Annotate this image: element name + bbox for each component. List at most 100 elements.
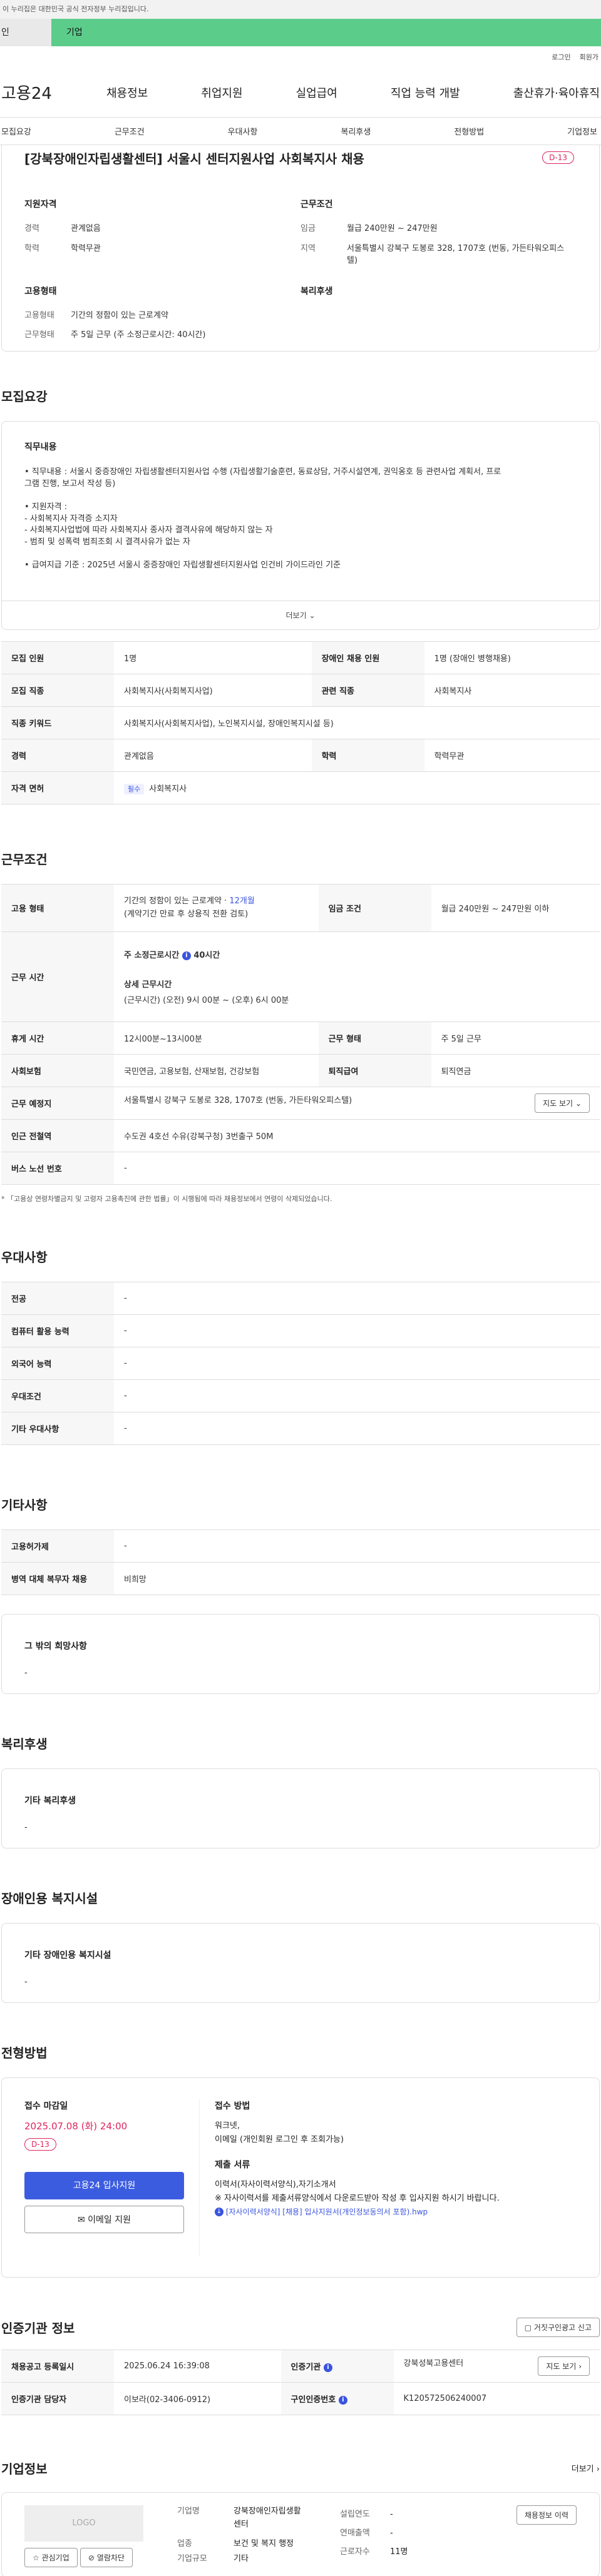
work-section-title: 근무조건 <box>1 852 48 867</box>
company-label: 기업명 <box>177 2507 200 2516</box>
hours-cell: 주 소정근로시간 i 40시간 상세 근무시간 (근무시간) (오전) 9시 0… <box>114 931 600 1022</box>
row-value: K120572506240007 <box>393 2382 600 2415</box>
subnav-welfare[interactable]: 복리후생 <box>341 125 371 137</box>
duty-text: • 직무내용 : 서울시 중증장애인 자립생활센터지원사업 수행 (자립생활기술… <box>24 467 577 572</box>
summary-card: [강북장애인자립생활센터] 서울시 센터지원사업 사회복지사 채용 D-13 지… <box>1 145 600 352</box>
map-button[interactable]: 지도 보기 ⌄ <box>535 1093 590 1113</box>
cert-cell: 강북성북고용센터 지도 보기 › <box>393 2350 600 2383</box>
more-button[interactable]: 더보기 ⌄ <box>2 601 599 629</box>
row-label: 전공 <box>1 1282 114 1315</box>
docs-title: 제출 서류 <box>215 2159 250 2170</box>
subnav-company[interactable]: 기업정보 <box>567 125 597 137</box>
table-row: 인근 전철역 수도권 4호선 수유(강북구청) 3번출구 50M <box>1 1119 600 1152</box>
docs-download-link[interactable]: ↓ [자사이력서양식] [채용] 입사지원서(개인정보동의서 포함).hwp <box>215 2206 577 2218</box>
row-value: 이보라(02-3406-0912) <box>114 2382 281 2415</box>
section-nav: 모집요강 근무조건 우대사항 복리후생 전형방법 기업정보 <box>0 118 601 145</box>
table-row: 경력 관계없음 학력 학력무관 <box>1 739 600 772</box>
row-value: 수도권 4호선 수유(강북구청) 3번출구 50M <box>114 1119 600 1152</box>
row-label: 인근 전철역 <box>1 1119 114 1152</box>
apply-section-title: 전형방법 <box>1 2046 48 2061</box>
row-label: 임금 조건 <box>318 884 431 932</box>
qual-label: 경력 <box>24 224 39 233</box>
docs-note: ※ 자사이력서를 제출서류양식에서 다운로드받아 작성 후 입사지원 하시기 바… <box>215 2193 500 2203</box>
site-logo[interactable]: 고용24 <box>0 81 106 104</box>
info-icon[interactable]: i <box>338 2395 347 2405</box>
gnb-employment-support[interactable]: 취업지원 <box>201 84 242 101</box>
row-label: 관련 직종 <box>311 674 424 707</box>
emp-label: 고용형태 <box>24 310 54 320</box>
report-label: 거짓구인광고 신고 <box>533 2323 592 2332</box>
company-value: - <box>390 2528 393 2538</box>
tab-individual[interactable]: 인 <box>0 19 51 46</box>
row-label: 장애인 채용 인원 <box>311 641 424 674</box>
table-row: 고용 형태 기간의 정함이 있는 근로계약 · 12개월 (계약기간 만료 후 상… <box>1 884 600 932</box>
gnb-unemployment-benefit[interactable]: 실업급여 <box>296 84 337 101</box>
company-more-link[interactable]: 더보기 › <box>572 2462 600 2474</box>
top-tabs: 인 기업 <box>0 19 601 46</box>
apply-button[interactable]: 고용24 입사지원 <box>24 2172 184 2199</box>
company-label: 설립연도 <box>340 2510 370 2519</box>
emp-value: 기간의 정함이 있는 근로계약 <box>71 310 168 320</box>
history-button[interactable]: 채용정보 이력 <box>516 2505 577 2525</box>
table-row: 기타 우대사항 - <box>1 1412 600 1445</box>
row-value: 사회복지사(사회복지사업) <box>114 674 312 707</box>
row-label: 자격 면허 <box>1 771 114 804</box>
pref-section-title: 우대사항 <box>1 1250 48 1265</box>
company-logo: LOGO <box>24 2505 143 2542</box>
email-apply-button[interactable]: ✉ 이메일 지원 <box>24 2206 184 2233</box>
cond-label: 지역 <box>300 243 316 253</box>
duty-line: - 사회복지사업법에 따라 사회복지사 종사자 결격사유에 해당하지 않는 자 <box>24 525 273 535</box>
subnav-recruit[interactable]: 모집요강 <box>1 125 31 137</box>
row-label: 근무 예정지 <box>1 1087 114 1120</box>
row-value: - <box>114 1152 600 1185</box>
apply-card: 접수 마감일 2025.07.08 (화) 24:00 D-13 고용24 입사… <box>1 2077 600 2278</box>
map-button[interactable]: 지도 보기 › <box>538 2356 590 2376</box>
other-wish-title: 그 밖의 희망사항 <box>24 1641 87 1651</box>
info-icon[interactable]: i <box>182 951 191 960</box>
row-label: 우대조건 <box>1 1379 114 1412</box>
subnav-pref[interactable]: 우대사항 <box>228 125 258 137</box>
deadline-title: 접수 마감일 <box>24 2101 68 2111</box>
subnav-apply[interactable]: 전형방법 <box>454 125 484 137</box>
login-link[interactable]: 로그인 <box>552 52 570 62</box>
fav-company-button[interactable]: ☆ 관심기업 <box>24 2548 78 2567</box>
row-value: 사회복지사(사회복지사업), 노인복지시설, 장애인복지시설 등) <box>114 706 600 739</box>
gnb-vocational-training[interactable]: 직업 능력 개발 <box>391 84 460 101</box>
other-wish-card: 그 밖의 희망사항 - <box>1 1614 600 1694</box>
block-label: 열람차단 <box>96 2553 125 2562</box>
cert-label: 구인인증번호 <box>290 2395 336 2405</box>
block-view-button[interactable]: ⊘ 열람차단 <box>80 2548 133 2567</box>
table-row: 병역 대체 복무자 채용 비희망 <box>1 1562 600 1595</box>
table-row: 우대조건 - <box>1 1379 600 1412</box>
gnb-jobs[interactable]: 채용정보 <box>106 84 148 101</box>
subnav-work[interactable]: 근무조건 <box>115 125 145 137</box>
company-more-label: 더보기 <box>571 2465 594 2474</box>
other-wish-value: - <box>24 1668 28 1678</box>
table-row: 고용허가제 - <box>1 1529 600 1563</box>
cert-table: 채용공고 등록일시 2025.06.24 16:39:08 인증기관 i 강북성북고용… <box>1 2350 600 2415</box>
welfare-box-value: - <box>24 1823 28 1832</box>
row-label: 외국어 능력 <box>1 1347 114 1380</box>
report-ad-button[interactable]: ▢ 거짓구인광고 신고 <box>516 2318 600 2337</box>
table-row: 직종 키워드 사회복지사(사회복지사업), 노인복지시설, 장애인복지시설 등) <box>1 706 600 739</box>
gnb-parental-leave[interactable]: 출산휴가·육아휴직 <box>513 84 600 101</box>
license-cell: 필수 사회복지사 <box>114 771 600 804</box>
map-label: 지도 보기 <box>546 2362 577 2371</box>
qual-label: 학력 <box>24 243 39 253</box>
signup-link[interactable]: 회원가 <box>580 52 598 62</box>
duty-card: 직무내용 • 직무내용 : 서울시 중증장애인 자립생활센터지원사업 수행 (자… <box>1 421 600 630</box>
docs-link-label: [자사이력서양식] [채용] 입사지원서(개인정보동의서 포함).hwp <box>225 2207 428 2216</box>
recruit-section-title: 모집요강 <box>1 389 48 404</box>
row-value: 월급 240만원 ~ 247만원 이하 <box>431 884 600 932</box>
license-value: 사회복지사 <box>149 784 187 794</box>
tab-company[interactable]: 기업 <box>51 19 601 46</box>
row-label: 고용허가제 <box>1 1529 114 1563</box>
emp-period: 12개월 <box>229 896 255 906</box>
work-table: 고용 형태 기간의 정함이 있는 근로계약 · 12개월 (계약기간 만료 후 상… <box>1 884 600 1185</box>
row-label: 근무 시간 <box>1 931 114 1022</box>
company-value: 기타 <box>234 2554 249 2564</box>
cond-label: 임금 <box>300 224 316 233</box>
info-icon[interactable]: i <box>323 2363 332 2372</box>
table-row: 휴게 시간 12시00분~13시00분 근무 형태 주 5일 근무 <box>1 1022 600 1055</box>
row-value: - <box>114 1314 600 1347</box>
